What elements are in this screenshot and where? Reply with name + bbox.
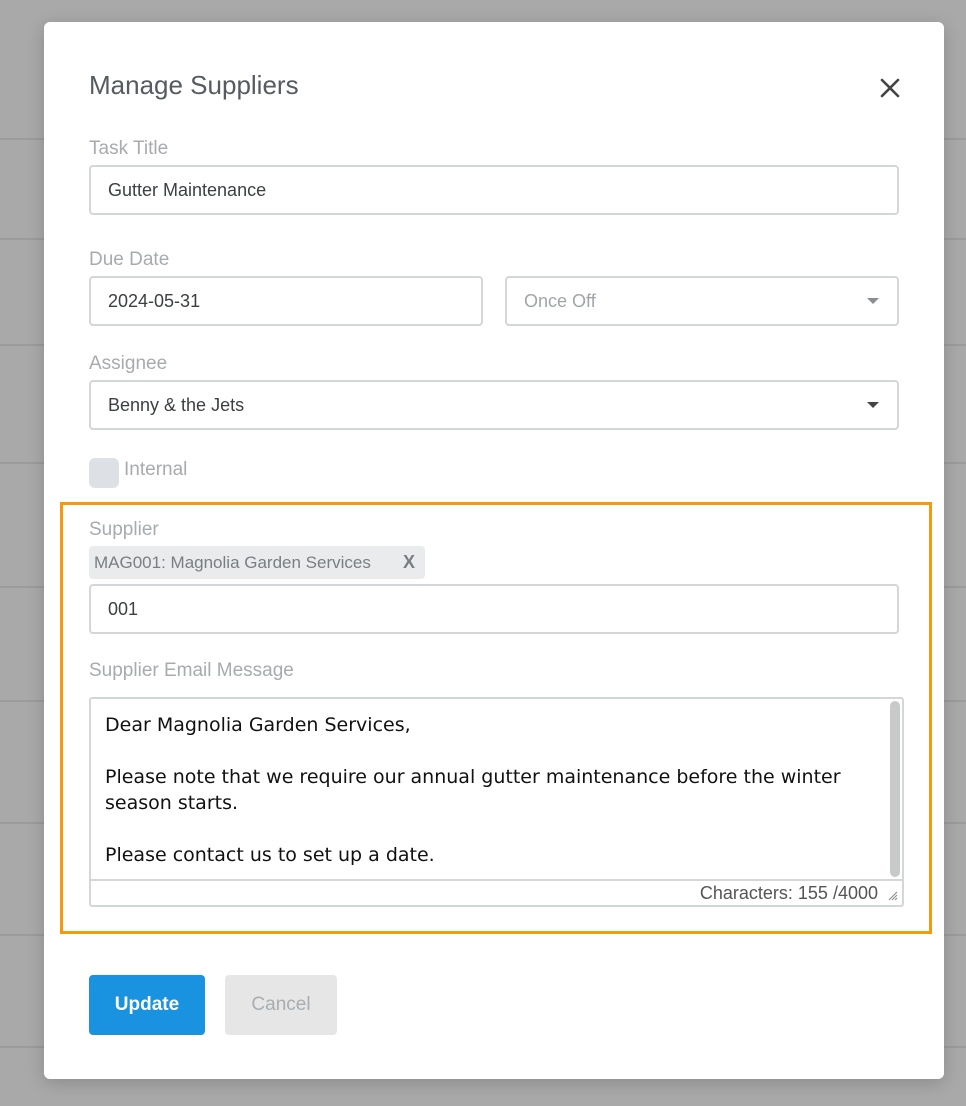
- due-date-input[interactable]: 2024-05-31: [89, 276, 483, 326]
- supplier-label: Supplier: [89, 519, 159, 540]
- cancel-button[interactable]: Cancel: [225, 975, 337, 1035]
- character-count: Characters: 155 /4000: [91, 879, 902, 905]
- internal-checkbox[interactable]: [89, 458, 119, 488]
- chip-remove-button[interactable]: X: [403, 552, 415, 573]
- assignee-select-value: Benny & the Jets: [108, 394, 245, 415]
- task-title-label: Task Title: [89, 138, 169, 159]
- textarea-scrollbar[interactable]: [890, 701, 900, 877]
- supplier-chip-label: MAG001: Magnolia Garden Services: [94, 552, 371, 572]
- frequency-select-value: Once Off: [524, 290, 596, 311]
- task-title-input[interactable]: Gutter Maintenance: [89, 165, 899, 215]
- supplier-chip: MAG001: Magnolia Garden Services X: [89, 546, 425, 579]
- chevron-down-icon: [867, 402, 879, 408]
- due-date-label: Due Date: [89, 249, 170, 270]
- email-message-label: Supplier Email Message: [89, 660, 294, 681]
- assignee-select[interactable]: Benny & the Jets: [89, 380, 899, 430]
- modal-title: Manage Suppliers: [89, 70, 299, 100]
- close-button[interactable]: [874, 72, 906, 104]
- chevron-down-icon: [867, 298, 879, 304]
- supplier-search-input[interactable]: 001: [89, 584, 899, 634]
- manage-suppliers-modal: Manage Suppliers Task Title Gutter Maint…: [44, 22, 944, 1079]
- update-button[interactable]: Update: [89, 975, 205, 1035]
- frequency-select[interactable]: Once Off: [505, 276, 899, 326]
- resize-grip-icon[interactable]: [886, 889, 898, 901]
- email-message-field: Dear Magnolia Garden Services, Please no…: [89, 697, 904, 907]
- assignee-label: Assignee: [89, 353, 168, 374]
- internal-checkbox-label: Internal: [124, 459, 188, 480]
- email-message-textarea[interactable]: Dear Magnolia Garden Services, Please no…: [91, 699, 888, 879]
- close-icon: [880, 78, 900, 98]
